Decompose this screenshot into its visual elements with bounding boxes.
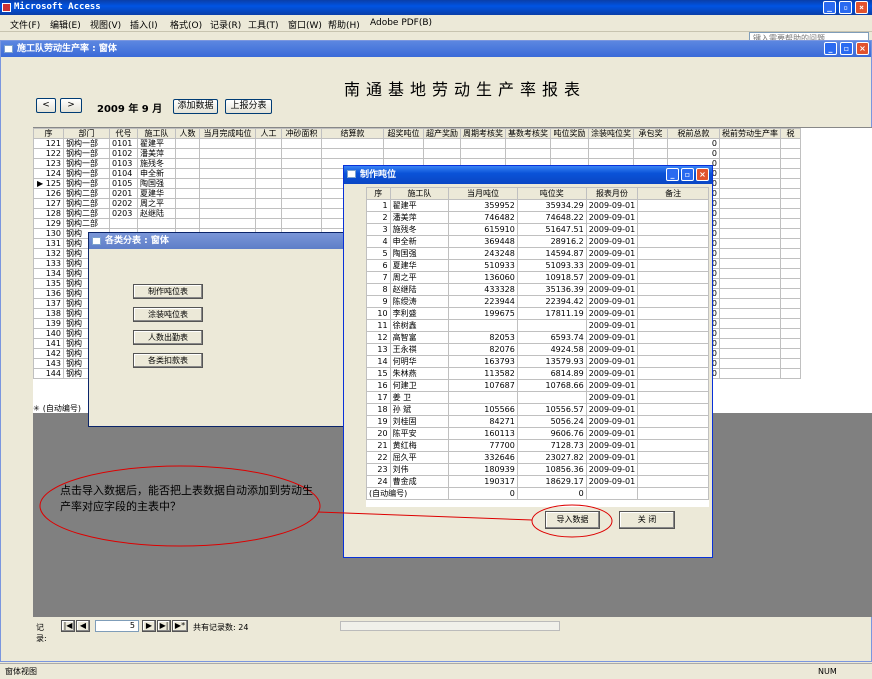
annotation-text: 点击导入数据后，能否把上表数据自动添加到劳动生产率对应字段的主表中？ [60, 484, 313, 513]
import-highlight-ellipse [531, 504, 613, 538]
annotation-arrow [317, 511, 533, 521]
status-text: 窗体视图 [5, 667, 37, 676]
num-lock-indicator: NUM [818, 667, 837, 676]
annotation-overlay [39, 465, 613, 547]
status-bar: 窗体视图 NUM [0, 663, 872, 679]
